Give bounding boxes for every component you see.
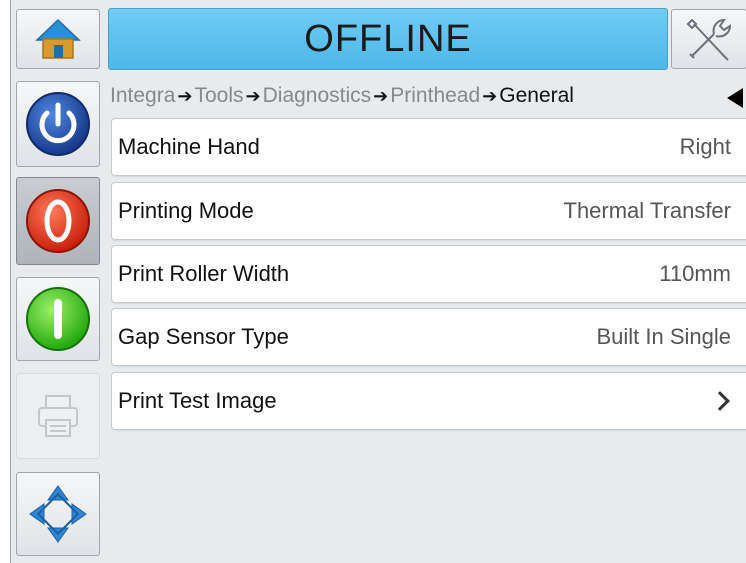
back-arrow-icon[interactable]: [727, 88, 743, 108]
breadcrumb: Integra ➔ Tools ➔ Diagnostics ➔ Printhea…: [110, 80, 746, 112]
breadcrumb-item[interactable]: Tools: [194, 84, 243, 108]
chevron-right-icon: [710, 391, 730, 411]
setting-row-print-test-image[interactable]: Print Test Image: [111, 372, 746, 430]
printer-icon: [38, 395, 78, 437]
home-icon: [35, 18, 81, 59]
status-bar: OFFLINE: [108, 8, 668, 70]
breadcrumb-arrow-icon: ➔: [177, 85, 193, 106]
machine-status: OFFLINE: [304, 17, 472, 60]
setting-row-machine-hand[interactable]: Machine Hand Right: [111, 118, 746, 176]
breadcrumb-current: General: [499, 84, 574, 107]
power-icon: [26, 92, 90, 156]
setting-value: 110mm: [659, 261, 731, 286]
start-icon: [26, 287, 90, 351]
setting-value: Thermal Transfer: [563, 198, 732, 223]
setting-label: Printing Mode: [118, 198, 254, 223]
breadcrumb-arrow-icon: ➔: [373, 85, 389, 106]
stop-button[interactable]: [16, 177, 100, 265]
home-button[interactable]: [16, 9, 100, 69]
printer-button[interactable]: [16, 373, 100, 459]
breadcrumb-arrow-icon: ➔: [245, 85, 261, 106]
power-button[interactable]: [16, 81, 100, 167]
setting-label: Machine Hand: [118, 134, 260, 159]
tools-icon: [686, 18, 732, 61]
breadcrumb-item[interactable]: Diagnostics: [263, 84, 372, 108]
setting-label: Print Test Image: [118, 388, 277, 413]
setting-row-printing-mode[interactable]: Printing Mode Thermal Transfer: [111, 182, 746, 240]
setting-value: Right: [679, 134, 731, 159]
breadcrumb-arrow-icon: ➔: [482, 85, 498, 106]
stop-icon: [26, 189, 90, 253]
setting-row-print-roller-width[interactable]: Print Roller Width 110mm: [111, 245, 746, 303]
setting-label: Gap Sensor Type: [118, 324, 289, 349]
setting-row-gap-sensor-type[interactable]: Gap Sensor Type Built In Single: [111, 308, 746, 366]
tools-button[interactable]: [671, 9, 746, 69]
navigation-arrows-icon: [29, 485, 87, 543]
setting-value: Built In Single: [596, 324, 731, 349]
breadcrumb-item[interactable]: Printhead: [390, 84, 480, 108]
start-button[interactable]: [16, 277, 100, 361]
setting-label: Print Roller Width: [118, 261, 290, 286]
navigation-button[interactable]: [16, 472, 100, 556]
breadcrumb-item[interactable]: Integra: [110, 84, 175, 108]
screen: OFFLINE Integra ➔ Tools ➔ Diagnostics ➔ …: [10, 0, 746, 563]
